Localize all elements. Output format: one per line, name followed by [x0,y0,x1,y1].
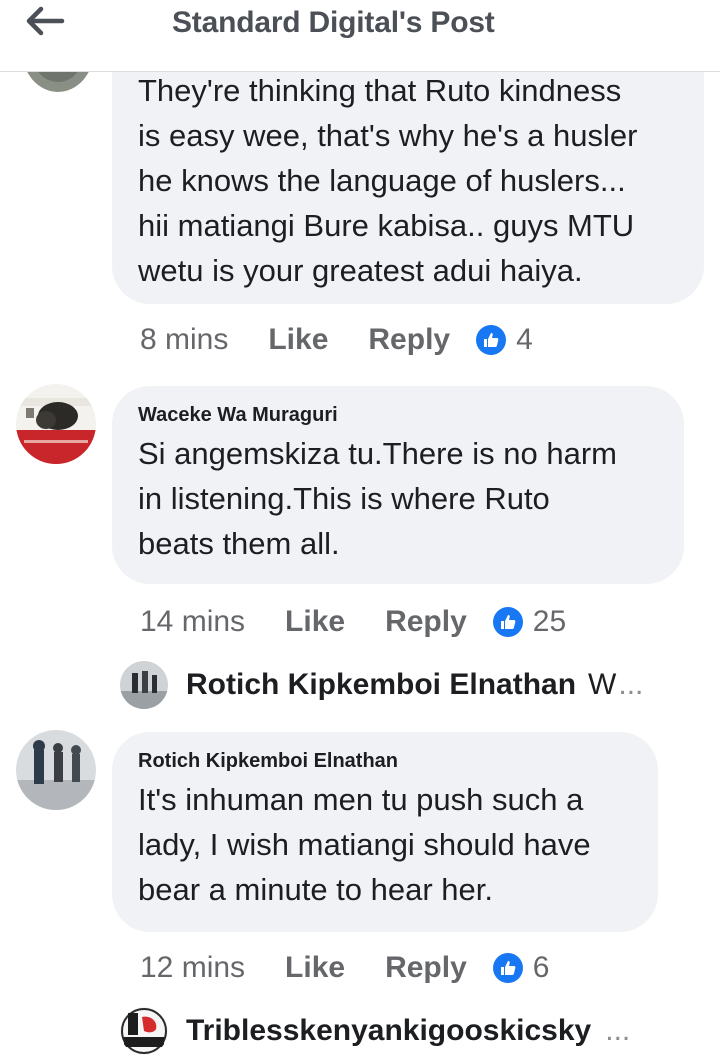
reaction-count[interactable]: 25 [533,605,566,639]
back-button[interactable] [24,6,72,38]
comment-actions: 12 mins Like Reply 6 [140,948,549,988]
comment-author[interactable]: Rotich Kipkemboi Elnathan [138,750,632,773]
like-icon [476,325,507,355]
reply-author: Triblesskenyankigooskicsky [186,1014,592,1047]
like-button[interactable]: Like [285,951,345,985]
comment-text: They're thinking that Ruto kindness [138,73,622,108]
comment-author[interactable]: Waceke Wa Muraguri [138,404,658,427]
reply-button[interactable]: Reply [385,605,467,639]
post-header: Standard Digital's Post [0,0,720,72]
comment-timestamp: 8 mins [140,323,229,356]
comment-timestamp: 14 mins [140,605,246,638]
comment-text: hii matiangi Bure kabisa.. guys MTU [138,208,635,243]
comment-text: It's inhuman men tu push such a [138,782,584,817]
comment-text: beats them all. [138,526,340,561]
comment-text: lady, I wish matiangi should have [138,827,591,862]
comment-timestamp: 12 mins [140,951,246,984]
reply-avatar [120,1007,168,1055]
comment-text: bear a minute to hear her. [138,872,494,907]
comment-actions: 14 mins Like Reply 25 [140,602,566,642]
comment-bubble: They're thinking that Ruto kindness is e… [112,52,704,304]
comment-text: he knows the language of huslers... [138,163,626,198]
comment-text: in listening.This is where Ruto [138,481,550,516]
comment-text: wetu is your greatest adui haiya. [138,253,583,288]
reaction-count[interactable]: 6 [533,951,550,985]
comment-text: Si angemskiza tu.There is no harm [138,436,617,471]
reply-button[interactable]: Reply [385,951,467,985]
like-icon [492,953,523,983]
comment-bubble: Waceke Wa Muraguri Si angemskiza tu.Ther… [112,386,684,584]
like-icon [492,607,523,637]
reply-button[interactable]: Reply [368,323,450,357]
like-button[interactable]: Like [285,605,345,639]
ellipsis: ... [605,1014,631,1047]
commenter-avatar[interactable] [16,384,96,464]
reply-snippet: W [588,668,617,701]
reply-preview[interactable]: Triblesskenyankigooskicsky ... [120,1006,630,1056]
commenter-avatar[interactable] [16,730,96,810]
comment-text: is easy wee, that's why he's a husler [138,118,638,153]
comment-actions: 8 mins Like Reply 4 [140,320,533,360]
ellipsis: ... [618,668,644,701]
reply-avatar [120,661,168,709]
arrow-left-icon [26,6,65,36]
comment-bubble: Rotich Kipkemboi Elnathan It's inhuman m… [112,732,658,932]
reaction-count[interactable]: 4 [516,323,533,357]
page-title: Standard Digital's Post [172,6,495,39]
reply-preview[interactable]: Rotich Kipkemboi Elnathan W ... [120,660,643,710]
like-button[interactable]: Like [268,323,328,357]
reply-author: Rotich Kipkemboi Elnathan [186,668,577,701]
